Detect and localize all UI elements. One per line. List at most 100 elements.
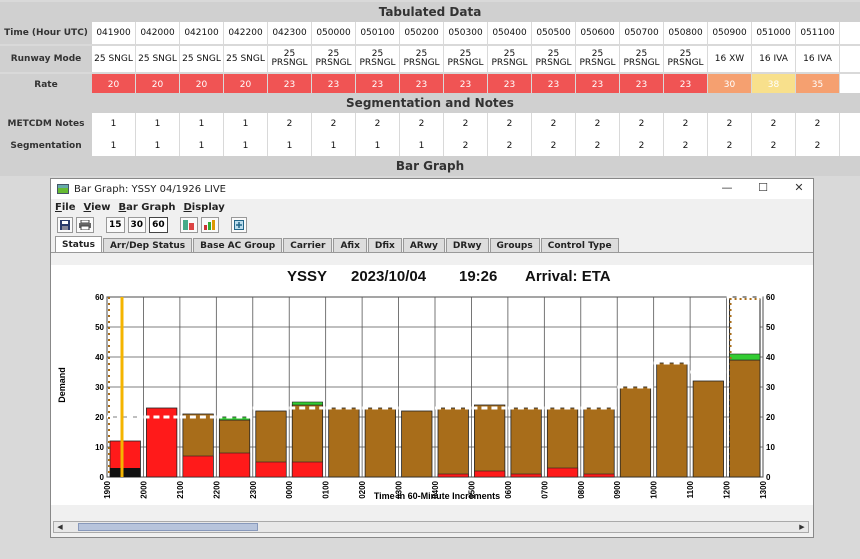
scroll-thumb[interactable]	[78, 523, 258, 531]
tab-groups[interactable]: Groups	[489, 238, 540, 252]
tab-carrier[interactable]: Carrier	[283, 238, 333, 252]
segmentation-cell: 2	[620, 135, 663, 157]
x-tick-label: 2300	[249, 480, 258, 498]
chart-area: YSSY 2023/10/04 19:26 Arrival: ETA 0 0 10 1…	[51, 265, 813, 505]
minimize-button[interactable]: —	[713, 181, 741, 197]
tab-base-ac-group[interactable]: Base AC Group	[193, 238, 283, 252]
metcdm-cell: 2	[576, 113, 619, 135]
runway-mode-cell: 25 PRSNGL	[444, 46, 487, 72]
scroll-right-icon[interactable]: ▶	[796, 522, 808, 532]
save-icon[interactable]	[57, 217, 73, 233]
menu-bar-graph[interactable]: Bar Graph	[119, 202, 176, 213]
tab-dfix[interactable]: Dfix	[367, 238, 402, 252]
toolbar: 15 30 60	[51, 215, 813, 235]
metcdm-cell: 2	[620, 113, 663, 135]
runway-mode-cell: 25 PRSNGL	[576, 46, 619, 72]
runway-mode-label: Runway Mode	[0, 46, 92, 72]
runway-mode-cell: 25 PRSNGL	[620, 46, 663, 72]
y-tick-label-right: 60	[766, 293, 775, 302]
scroll-left-icon[interactable]: ◀	[54, 522, 66, 532]
segmentation-cell: 2	[664, 135, 707, 157]
y-axis-label: Demand	[57, 367, 67, 403]
y-tick-label-left: 30	[95, 383, 104, 392]
metcdm-cell: 2	[268, 113, 311, 135]
horizontal-scrollbar[interactable]: ◀ ▶	[53, 521, 809, 533]
segmentation-cell	[840, 135, 860, 157]
time-row: Time (Hour UTC) 041900 042000 042100 042200 0…	[0, 22, 860, 44]
demand-bar	[656, 362, 688, 478]
metcdm-cell: 2	[488, 113, 531, 135]
menu-view[interactable]: View	[83, 202, 110, 213]
metcdm-cell: 2	[752, 113, 795, 135]
demand-bar	[546, 407, 579, 478]
metcdm-cell: 1	[92, 113, 135, 135]
y-tick-label-right: 20	[766, 413, 775, 422]
runway-mode-cell: 16 IVA	[796, 46, 839, 72]
segmentation-cell: 2	[796, 135, 839, 157]
demand-bar	[583, 407, 615, 478]
segmentation-cell: 2	[708, 135, 751, 157]
segmentation-cell: 2	[752, 135, 795, 157]
segmentation-cell: 1	[312, 135, 355, 157]
metcdm-cell: 1	[136, 113, 179, 135]
tab-control-type[interactable]: Control Type	[540, 238, 619, 252]
metcdm-cell: 2	[664, 113, 707, 135]
menu-display[interactable]: Display	[183, 202, 224, 213]
interval-30-button[interactable]: 30	[127, 217, 147, 233]
segmentation-label: Segmentation	[0, 135, 92, 157]
bar-chart-icon[interactable]	[200, 217, 219, 233]
demand-bar	[510, 407, 542, 478]
window-titlebar[interactable]: Bar Graph: YSSY 04/1926 LIVE — ☐ ✕	[51, 179, 813, 199]
x-tick-label: 0600	[504, 480, 513, 498]
time-cell: 050900	[708, 22, 751, 44]
runway-mode-cell	[840, 46, 860, 72]
tab-afix[interactable]: Afix	[333, 238, 367, 252]
time-cell: 050800	[664, 22, 707, 44]
segmentation-cell: 1	[136, 135, 179, 157]
segmentation-row: Segmentation 1 1 1 1 1 1 1 1 2 2 2 2 2 2 2 2 2	[0, 135, 860, 157]
active-segment	[437, 473, 469, 478]
print-icon[interactable]	[76, 217, 94, 233]
segmentation-notes-title: Segmentation and Notes	[0, 93, 860, 113]
demand-bar	[437, 407, 469, 478]
y-tick-label-left: 10	[95, 443, 104, 452]
runway-mode-cell: 16 IVA	[752, 46, 795, 72]
time-cell: 050200	[400, 22, 443, 44]
proposed-segment	[291, 401, 323, 406]
tab-arwy[interactable]: ARwy	[402, 238, 445, 252]
metcdm-cell: 2	[312, 113, 355, 135]
expand-icon[interactable]	[230, 217, 247, 233]
active-segment	[583, 473, 615, 478]
tab-drwy[interactable]: DRwy	[445, 238, 489, 252]
tab-arr-dep-status[interactable]: Arr/Dep Status	[102, 238, 193, 252]
maximize-button[interactable]: ☐	[749, 181, 777, 197]
tab-strip: Status Arr/Dep Status Base AC Group Carr…	[51, 236, 813, 253]
metcdm-cell: 2	[532, 113, 575, 135]
menu-bar: File View Bar Graph Display	[51, 199, 813, 215]
y-tick-label-left: 20	[95, 413, 104, 422]
menu-file[interactable]: File	[55, 202, 75, 213]
close-button[interactable]: ✕	[785, 181, 813, 197]
y-tick-label-right: 50	[766, 323, 775, 332]
interval-60-button[interactable]: 60	[149, 217, 168, 233]
time-label: Time (Hour UTC)	[0, 22, 92, 44]
x-tick-label: 2200	[212, 480, 221, 498]
runway-mode-cell: 25 PRSNGL	[488, 46, 531, 72]
x-tick-label: 2100	[176, 480, 185, 498]
chart-settings-icon[interactable]	[179, 217, 198, 233]
arrived-segment	[110, 468, 141, 477]
runway-mode-cell: 25 PRSNGL	[268, 46, 311, 72]
metcdm-cell: 0	[840, 113, 860, 135]
chart-date: 2023/10/04	[351, 268, 427, 285]
y-tick-label-left: 60	[95, 293, 104, 302]
metcdm-notes-row: METCDM Notes111122222222222220	[0, 113, 860, 135]
time-cell: 050300	[444, 22, 487, 44]
time-cell: 050400	[488, 22, 531, 44]
x-tick-label: 0100	[322, 480, 331, 498]
time-cell: 042100	[180, 22, 223, 44]
segmentation-cell: 1	[356, 135, 399, 157]
interval-15-button[interactable]: 15	[106, 217, 125, 233]
x-tick-label: 2000	[139, 480, 148, 498]
tab-status[interactable]: Status	[55, 236, 102, 252]
x-tick-label: 0900	[613, 480, 622, 498]
